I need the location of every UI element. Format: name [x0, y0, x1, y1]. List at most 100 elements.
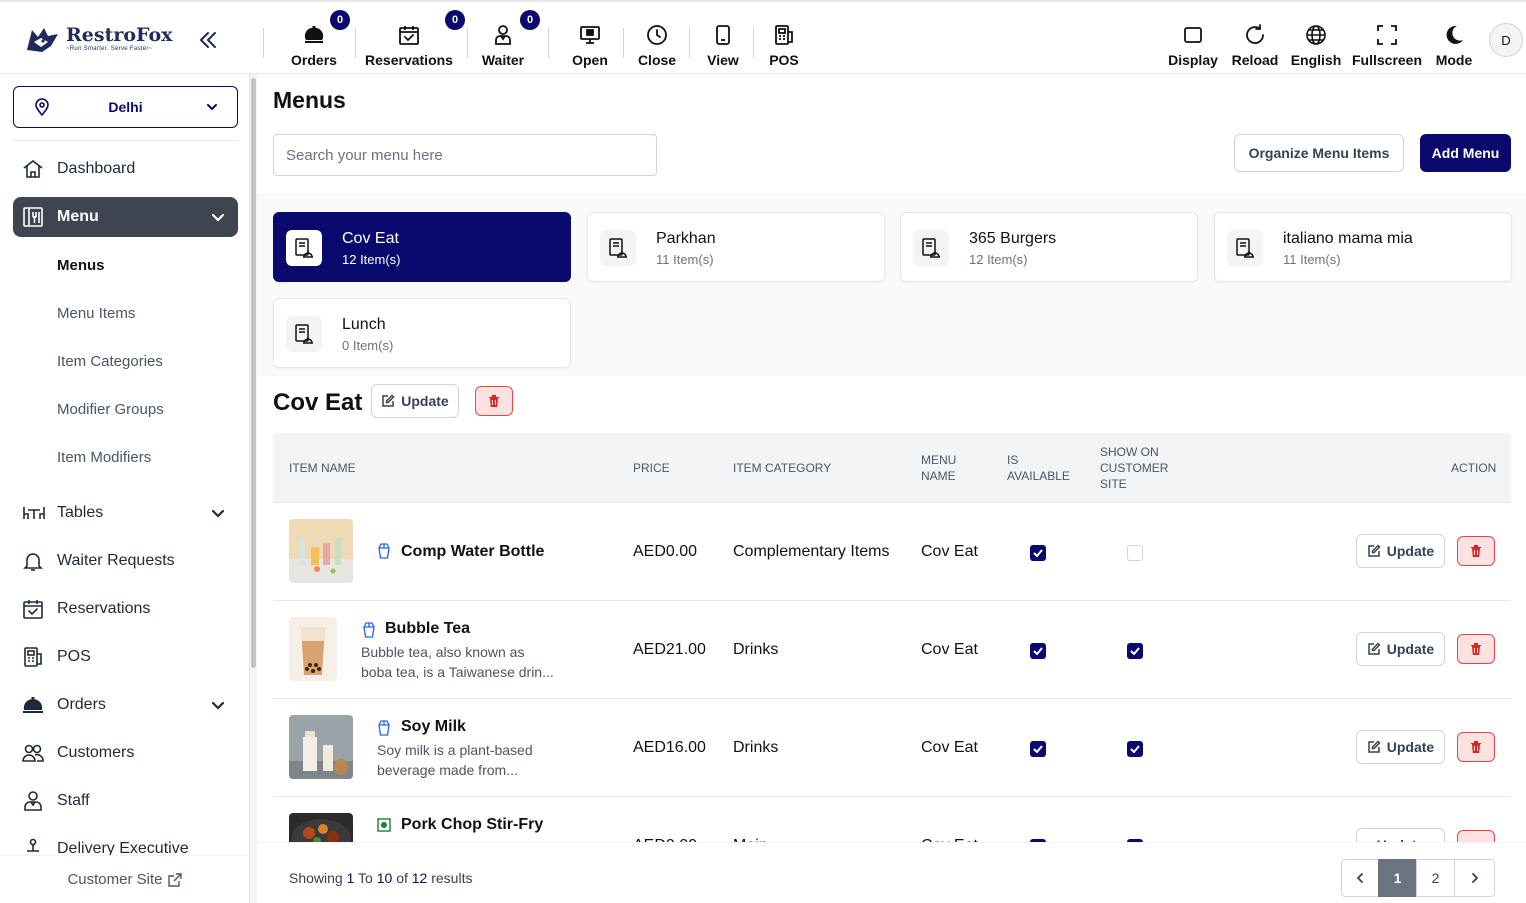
menu-card[interactable]: Parkhan 11 Item(s) — [587, 212, 885, 282]
item-description-line: Soy milk is a plant-based — [377, 742, 533, 758]
chevron-right-icon — [1469, 872, 1481, 884]
item-description: Bubble tea, also known as boba tea, is a … — [361, 642, 556, 682]
item-name: Pork Chop Stir-Fry — [401, 816, 544, 833]
pos-icon — [21, 645, 45, 669]
location-selector[interactable]: Delhi — [13, 86, 238, 128]
available-checkbox[interactable] — [1030, 741, 1046, 757]
sidebar-item-staff[interactable]: Staff — [13, 781, 238, 821]
column-show-line: SHOW ON — [1100, 445, 1159, 459]
nav-reservations[interactable]: Reservations 0 — [365, 10, 465, 68]
available-checkbox[interactable] — [1030, 545, 1046, 561]
sidebar-scrollbar-thumb[interactable] — [251, 78, 256, 668]
top-bar: RestroFox ~Run Smarter. Serve Faster~ Or… — [0, 0, 1526, 74]
sidebar-item-customers[interactable]: Customers — [13, 733, 238, 773]
menu-card[interactable]: italiano mama mia 11 Item(s) — [1214, 212, 1512, 282]
update-menu-button[interactable]: Update — [371, 384, 459, 418]
home-icon — [21, 157, 45, 181]
menu-list-icon — [1227, 230, 1263, 266]
sidebar-item-orders[interactable]: Orders — [13, 685, 238, 725]
sidebar-item-waiter-requests[interactable]: Waiter Requests — [13, 541, 238, 581]
nav-language[interactable]: English — [1289, 10, 1343, 68]
delete-item-button[interactable] — [1457, 732, 1495, 762]
nav-open[interactable]: Open — [568, 10, 612, 68]
item-image-bubble-tea — [289, 617, 337, 681]
nav-fullscreen[interactable]: Fullscreen — [1352, 10, 1422, 68]
results-total: 12 — [411, 870, 428, 886]
customer-site-link[interactable]: Customer Site — [0, 855, 249, 903]
brand-name: RestroFox — [66, 24, 173, 46]
sidebar-item-label: Dashboard — [57, 160, 136, 177]
page-2-button[interactable]: 2 — [1416, 859, 1455, 897]
update-item-label: Update — [1386, 641, 1435, 657]
sidebar-scrollbar[interactable] — [250, 74, 257, 903]
sidebar-item-label: Tables — [57, 504, 104, 521]
trash-icon — [1470, 740, 1482, 754]
table-row: Comp Water Bottle AED0.00 Complementary … — [273, 503, 1511, 601]
add-menu-button[interactable]: Add Menu — [1420, 134, 1511, 172]
sidebar-sub-modifier-groups[interactable]: Modifier Groups — [57, 401, 164, 418]
delete-item-button[interactable] — [1457, 536, 1495, 566]
fullscreen-icon — [1374, 22, 1400, 48]
check-icon — [1033, 647, 1043, 655]
nav-view[interactable]: View — [701, 10, 745, 68]
nav-waiter[interactable]: Waiter 0 — [478, 10, 540, 68]
page-1-button[interactable]: 1 — [1378, 859, 1417, 897]
nav-display[interactable]: Display — [1166, 10, 1220, 68]
sidebar-item-menu[interactable]: Menu — [13, 197, 238, 237]
sidebar-item-label: Menu — [57, 208, 99, 225]
sidebar-sub-menus[interactable]: Menus — [57, 257, 105, 274]
sidebar-item-reservations[interactable]: Reservations — [13, 589, 238, 629]
table-row: Bubble Tea Bubble tea, also known as boba… — [273, 601, 1511, 699]
edit-icon — [381, 394, 395, 408]
previous-page-button[interactable] — [1341, 859, 1379, 897]
menu-card[interactable]: 365 Burgers 12 Item(s) — [900, 212, 1198, 282]
nav-reload[interactable]: Reload — [1229, 10, 1281, 68]
waiter-count-badge: 0 — [520, 10, 540, 30]
column-menu-name-line: NAME — [921, 469, 956, 483]
nav-pos[interactable]: POS — [764, 10, 804, 68]
user-avatar[interactable]: D — [1489, 23, 1523, 57]
nav-close-label: Close — [637, 52, 677, 68]
delete-menu-button[interactable] — [475, 386, 513, 416]
nav-close[interactable]: Close — [635, 10, 679, 68]
nav-mode[interactable]: Mode — [1431, 10, 1477, 68]
results-to-word: To — [358, 870, 373, 886]
nav-view-label: View — [707, 52, 739, 68]
update-item-button[interactable]: Update — [1356, 632, 1445, 666]
nav-mode-label: Mode — [1435, 52, 1473, 68]
menu-card[interactable]: Lunch 0 Item(s) — [273, 298, 571, 368]
menu-book-icon — [21, 205, 45, 229]
show-on-site-checkbox[interactable] — [1127, 741, 1143, 757]
nav-orders[interactable]: Orders 0 — [288, 10, 350, 68]
update-item-button[interactable]: Update — [1356, 730, 1445, 764]
item-menu: Cov Eat — [921, 543, 978, 560]
show-on-site-checkbox[interactable] — [1127, 545, 1143, 561]
update-item-button[interactable]: Update — [1356, 534, 1445, 568]
drink-icon — [377, 720, 391, 736]
brand-logo[interactable]: RestroFox ~Run Smarter. Serve Faster~ — [24, 24, 173, 54]
sidebar-item-tables[interactable]: Tables — [13, 493, 238, 533]
sidebar-sub-item-modifiers[interactable]: Item Modifiers — [57, 449, 151, 466]
nav-fullscreen-label: Fullscreen — [1351, 52, 1423, 68]
menu-list-icon — [600, 230, 636, 266]
menu-card-count: 12 Item(s) — [969, 252, 1028, 267]
menu-card[interactable]: Cov Eat 12 Item(s) — [273, 212, 571, 282]
next-page-button[interactable] — [1454, 859, 1495, 897]
show-on-site-checkbox[interactable] — [1127, 643, 1143, 659]
sidebar-item-pos[interactable]: POS — [13, 637, 238, 677]
sidebar-sub-menu-items[interactable]: Menu Items — [57, 305, 135, 322]
menu-search-input[interactable] — [273, 134, 657, 176]
location-name: Delhi — [108, 99, 143, 115]
item-menu: Cov Eat — [921, 641, 978, 658]
delete-item-button[interactable] — [1457, 634, 1495, 664]
column-item-category: ITEM CATEGORY — [733, 461, 832, 475]
sidebar-item-dashboard[interactable]: Dashboard — [13, 149, 238, 189]
chevron-left-icon — [1354, 872, 1366, 884]
menu-card-count: 0 Item(s) — [342, 338, 394, 353]
collapse-sidebar-icon[interactable] — [196, 28, 220, 52]
available-checkbox[interactable] — [1030, 643, 1046, 659]
menu-card-count: 12 Item(s) — [342, 252, 401, 267]
sidebar-sub-item-categories[interactable]: Item Categories — [57, 353, 163, 370]
organize-menu-items-button[interactable]: Organize Menu Items — [1234, 134, 1404, 172]
waiter-icon — [490, 22, 516, 48]
